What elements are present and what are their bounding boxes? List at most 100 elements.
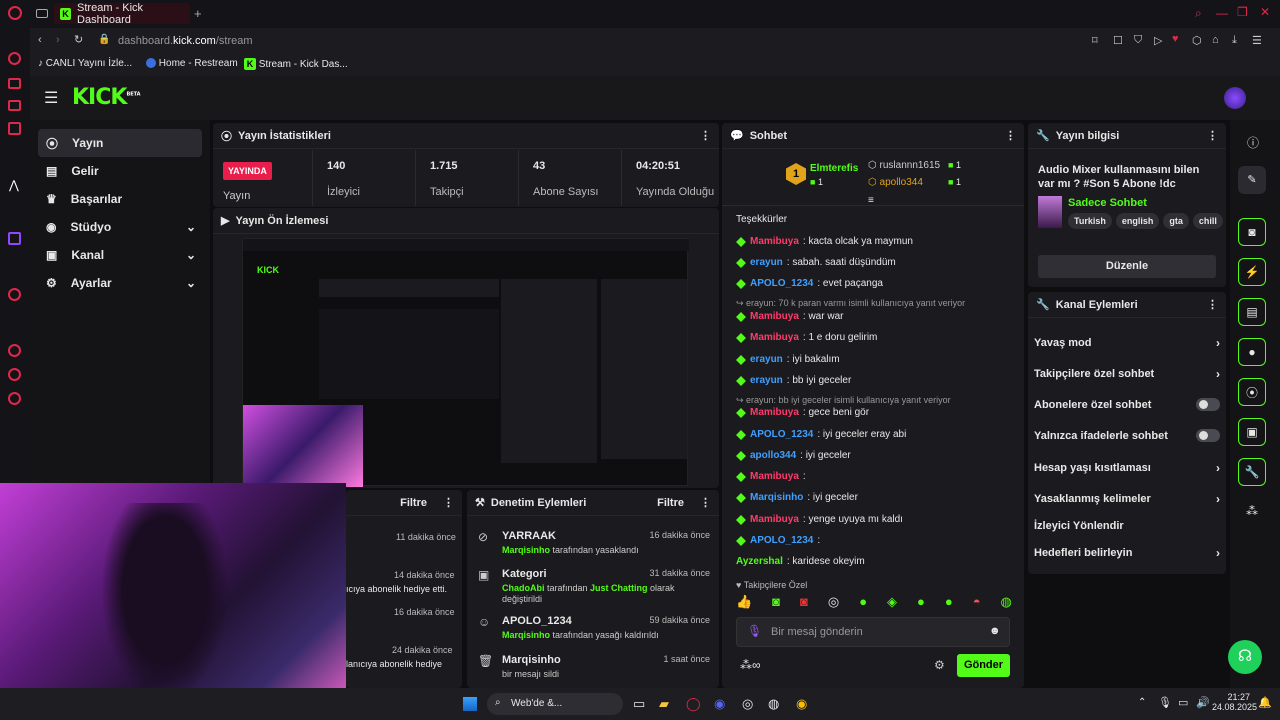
download-icon[interactable]: ⤓ <box>1232 34 1237 47</box>
moderation-item[interactable]: ⊘ YARRAAK Marqisinho tarafından yasaklan… <box>478 530 710 555</box>
chat-icon[interactable]: ● <box>1238 338 1266 366</box>
emote-icon[interactable]: ● <box>917 594 925 612</box>
chat-username[interactable]: Marqisinho <box>750 492 803 503</box>
chat-message[interactable]: Ayzershal: karidese okeyim <box>736 556 865 567</box>
sidebar-item-gelir[interactable]: ▤ Gelir <box>38 157 202 185</box>
chat-message[interactable]: APOLO_1234: evet paçanga <box>736 278 883 289</box>
more-icon[interactable]: ⋮ <box>700 496 711 509</box>
hamburger-icon[interactable]: ☰ <box>44 88 58 108</box>
wrench-icon[interactable]: 🔧 <box>1238 458 1266 486</box>
extensions-icon[interactable]: ⬡ <box>1192 34 1202 47</box>
chat-message[interactable]: Mamibuya: gece beni gör <box>736 407 869 418</box>
mic-icon[interactable]: 🎙 <box>1158 696 1172 709</box>
tag[interactable]: english <box>1115 213 1160 229</box>
tag[interactable]: Turkish <box>1068 213 1112 229</box>
tag[interactable]: chill <box>1192 213 1223 229</box>
chat-message[interactable]: Mamibuya: yenge uyuya mı kaldı <box>736 514 903 525</box>
discord-icon[interactable]: ◉ <box>714 696 725 712</box>
emote-icon[interactable]: ◙ <box>800 594 808 612</box>
forward-icon[interactable]: › <box>56 34 60 46</box>
chat-message[interactable]: Mamibuya: 1 e doru gelirim <box>736 332 877 343</box>
chat-username[interactable]: Mamibuya <box>750 236 799 247</box>
account-age-item[interactable]: Hesap yaşı kısıtlaması › <box>1034 461 1220 475</box>
chat-username[interactable]: APOLO_1234 <box>750 429 813 440</box>
chat-username[interactable]: Ayzershal <box>736 556 783 567</box>
emote-icon[interactable]: ● <box>945 594 953 612</box>
emote-icon[interactable]: 👍 <box>736 594 752 612</box>
reload-icon[interactable]: ↻ <box>74 33 83 46</box>
more-icon[interactable]: ⋮ <box>1005 129 1016 142</box>
chat-message[interactable]: Teşekkürler <box>736 214 787 225</box>
play-icon[interactable]: ▷ <box>1154 34 1162 47</box>
chat-username[interactable]: Mamibuya <box>750 471 799 482</box>
bookmark-2[interactable]: Home - Restream <box>146 58 238 69</box>
moderation-item[interactable]: 🗑 Marqisinho bir mesajı sildi 1 saat önc… <box>478 654 710 679</box>
send-button[interactable]: Gönder <box>957 654 1010 677</box>
top-gifter-name[interactable]: Elmterefis <box>810 163 858 174</box>
tab-kick-dashboard[interactable]: K Stream - Kick Dashboard <box>54 2 190 26</box>
top-gifter-3[interactable]: ⬡ apollo344 <box>868 177 923 188</box>
chat-username[interactable]: APOLO_1234 <box>750 535 813 546</box>
chat-username[interactable]: Mamibuya <box>750 311 799 322</box>
chat-message[interactable]: APOLO_1234: iyi geceler eray abi <box>736 429 906 440</box>
emote-icon[interactable]: ◙ <box>772 594 780 612</box>
slow-mode-item[interactable]: Yavaş mod › <box>1034 336 1220 350</box>
chat-message[interactable]: erayun: iyi bakalım <box>736 354 840 365</box>
file-explorer-icon[interactable]: ▰ <box>659 696 669 712</box>
moderation-item[interactable]: ▣ Kategori ChadoAbi tarafından Just Chat… <box>478 568 710 604</box>
history-icon[interactable] <box>8 344 21 357</box>
new-tab-icon[interactable]: + <box>194 6 202 21</box>
stream-preview[interactable]: KICK <box>242 238 689 487</box>
notification-icon[interactable]: 🔔 <box>1258 696 1272 709</box>
sidebar-item-yayin[interactable]: ⦿ Yayın <box>38 129 202 157</box>
layout-icon[interactable]: ▣ <box>1238 418 1266 446</box>
close-icon[interactable]: ✕ <box>1260 5 1270 19</box>
messenger-icon[interactable] <box>8 52 21 65</box>
avatar[interactable] <box>1224 87 1246 109</box>
heart-icon[interactable]: ♥ <box>1172 33 1179 45</box>
info-icon[interactable]: ⓘ <box>1247 134 1259 151</box>
url-field[interactable]: dashboard.kick.com/stream <box>118 35 253 47</box>
gear-icon[interactable]: ⚙ <box>934 658 945 672</box>
filter-button[interactable]: Filtre <box>400 497 427 509</box>
briefcase-icon[interactable] <box>8 78 21 89</box>
kick-logo[interactable]: KICKBETA <box>72 85 141 110</box>
chat-username[interactable]: erayun <box>750 257 783 268</box>
banned-words-item[interactable]: Yasaklanmış kelimeler › <box>1034 492 1220 506</box>
steam-icon[interactable]: ◍ <box>768 696 779 712</box>
bookmark-icon[interactable]: ☐ <box>1113 34 1123 47</box>
mail-icon[interactable] <box>8 122 21 135</box>
emote-only-toggle[interactable] <box>1196 429 1220 442</box>
flow-icon[interactable] <box>8 368 21 381</box>
tag[interactable]: gta <box>1163 213 1189 229</box>
sidebar-item-kanal[interactable]: ▣ Kanal ⌄ <box>38 241 202 269</box>
taskbar-search[interactable]: ⌕ Web'de &... <box>487 693 623 715</box>
task-view-icon[interactable]: ▭ <box>633 696 645 712</box>
followers-only-item[interactable]: Takipçilere özel sohbet › <box>1034 367 1220 381</box>
sidebar-item-ayarlar[interactable]: ⚙ Ayarlar ⌄ <box>38 269 202 297</box>
search-icon[interactable]: ⌕ <box>1195 6 1202 21</box>
shield-icon[interactable]: ⛉ <box>1134 34 1142 47</box>
edit-button[interactable]: Düzenle <box>1038 255 1216 278</box>
emote-icon[interactable]: ◎ <box>828 594 839 612</box>
more-icon[interactable]: ⋮ <box>443 496 454 509</box>
points-icon[interactable]: ⁂∞ <box>740 658 761 672</box>
network-icon[interactable]: ▭ <box>1178 696 1188 709</box>
back-icon[interactable]: ‹ <box>38 34 42 46</box>
category-name[interactable]: Sadece Sohbet <box>1068 197 1147 209</box>
chat-username[interactable]: erayun <box>750 354 783 365</box>
wallet-icon[interactable]: ⌂ <box>1212 34 1219 46</box>
broadcast-icon[interactable]: ⦿ <box>1238 378 1266 406</box>
camera-icon[interactable]: ◙ <box>1238 218 1266 246</box>
sidebar-item-basarilar[interactable]: ♛ Başarılar <box>38 185 202 213</box>
clock[interactable]: 21:27 24.08.2025 <box>1212 692 1257 712</box>
chat-message[interactable]: Mamibuya: kacta olcak ya maymun <box>736 236 913 247</box>
emote-icon[interactable]: ◈ <box>887 594 897 612</box>
chat-message[interactable]: erayun: sabah. saati düşündüm <box>736 257 896 268</box>
tray-chevron-icon[interactable]: ⌃ <box>1138 697 1146 708</box>
subs-only-toggle[interactable] <box>1196 398 1220 411</box>
emote-icon[interactable]: ● <box>859 594 867 612</box>
share-icon[interactable]: ⁂ <box>1246 504 1258 518</box>
chat-message[interactable]: Marqisinho: iyi geceler <box>736 492 858 503</box>
raid-item[interactable]: İzleyici Yönlendir <box>1034 520 1220 532</box>
